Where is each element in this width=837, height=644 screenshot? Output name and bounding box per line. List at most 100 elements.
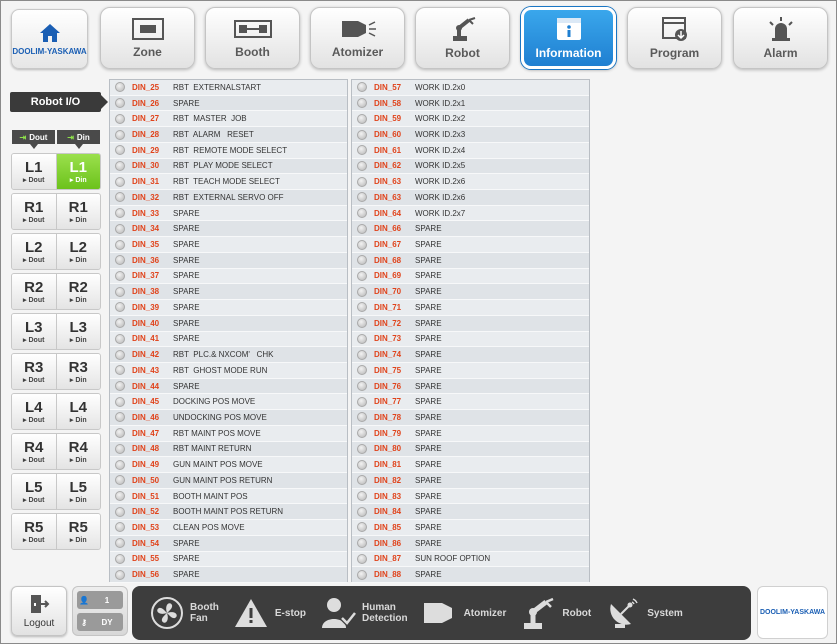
table-row: DIN_51 BOOTH MAINT POS	[110, 488, 347, 505]
signal-code: DIN_42	[132, 350, 160, 360]
io-kind-text: Din	[75, 176, 87, 184]
status-led-icon	[115, 443, 125, 454]
table-row: DIN_37 SPARE	[110, 268, 347, 285]
home-button[interactable]: DOOLIM-YASKAWA	[11, 9, 88, 69]
io-r1-dout-button[interactable]: R1 ▸ Dout	[12, 194, 57, 229]
io-kind-text: Dout	[28, 536, 45, 544]
io-robot-name: R1	[24, 198, 44, 216]
status-system-label: System	[647, 607, 683, 619]
signal-description: SPARE	[415, 491, 442, 501]
io-kind-label: ▸ Din	[70, 216, 87, 224]
table-row: DIN_28 RBT ALARM RESET	[110, 127, 347, 143]
io-r3-din-button[interactable]: R3 ▸ Din	[56, 354, 100, 389]
signal-description: SPARE	[415, 318, 442, 328]
io-kind-text: Din	[75, 256, 87, 264]
io-r1-din-button[interactable]: R1 ▸ Din	[56, 194, 100, 229]
signal-description: RBT REMOTE MODE SELECT	[173, 145, 288, 155]
signal-description: SPARE	[173, 334, 200, 344]
table-row: DIN_79 SPARE	[352, 425, 589, 442]
io-l3-din-button[interactable]: L3 ▸ Din	[56, 314, 100, 349]
io-l3-dout-button[interactable]: L3 ▸ Dout	[12, 314, 57, 349]
table-row: DIN_77 SPARE	[352, 394, 589, 411]
io-kind-label: ▸ Dout	[23, 456, 44, 464]
io-kind-label: ▸ Dout	[23, 496, 44, 504]
signal-description: RBT MASTER JOB	[173, 114, 247, 124]
signal-description: BOOTH MAINT POS RETURN	[173, 507, 284, 517]
io-r4-din-button[interactable]: R4 ▸ Din	[56, 434, 100, 469]
signal-code: DIN_53	[132, 522, 160, 532]
status-led-icon	[115, 506, 125, 517]
status-led-icon	[357, 318, 367, 329]
table-row: DIN_83 SPARE	[352, 488, 589, 505]
io-l4-din-button[interactable]: L4 ▸ Din	[56, 394, 100, 429]
status-system[interactable]: System	[605, 596, 683, 630]
signal-description: RBT GHOST MODE RUN	[173, 365, 268, 375]
signal-description: UNDOCKING POS MOVE	[173, 412, 267, 422]
status-led-icon	[115, 538, 125, 549]
table-row: DIN_73 SPARE	[352, 331, 589, 348]
signal-code: DIN_87	[374, 554, 402, 564]
io-kind-text: Din	[75, 296, 87, 304]
nav-alarm-button[interactable]: Alarm	[733, 7, 828, 69]
signal-description: SPARE	[415, 255, 442, 265]
io-r2-dout-button[interactable]: R2 ▸ Dout	[12, 274, 57, 309]
status-led-icon	[115, 569, 125, 580]
logout-icon	[31, 595, 50, 613]
nav-alarm-label: Alarm	[763, 46, 798, 60]
signal-code: DIN_45	[132, 397, 160, 407]
status-estop[interactable]: E-stop	[233, 597, 306, 629]
robot-io-title: Robot I/O	[10, 92, 108, 112]
io-l2-dout-button[interactable]: L2 ▸ Dout	[12, 234, 57, 269]
logout-button[interactable]: Logout	[11, 586, 67, 636]
nav-program-button[interactable]: Program	[627, 7, 722, 69]
signal-code: DIN_59	[374, 114, 402, 124]
nav-atomizer-button[interactable]: Atomizer	[310, 7, 405, 69]
io-r5-dout-button[interactable]: R5 ▸ Dout	[12, 514, 57, 549]
io-l4-dout-button[interactable]: L4 ▸ Dout	[12, 394, 57, 429]
table-row: DIN_62 WORK ID.2x5	[352, 158, 589, 175]
nav-robot-button[interactable]: Robot	[415, 7, 510, 69]
table-row: DIN_88 SPARE	[352, 567, 589, 583]
status-robot[interactable]: Robot	[520, 596, 591, 630]
status-human-detection[interactable]: Human Detection	[320, 596, 408, 630]
io-r5-din-button[interactable]: R5 ▸ Din	[56, 514, 100, 549]
io-l2-din-button[interactable]: L2 ▸ Din	[56, 234, 100, 269]
signal-description: DOCKING POS MOVE	[173, 397, 256, 407]
io-l5-dout-button[interactable]: L5 ▸ Dout	[12, 474, 57, 509]
signal-code: DIN_76	[374, 381, 402, 391]
table-row: DIN_42 RBT PLC.& NXCOM' CHK	[110, 347, 347, 363]
table-row: DIN_27 RBT MASTER JOB	[110, 111, 347, 128]
io-l1-din-button[interactable]: L1 ▸ Din	[56, 154, 100, 189]
nav-information-label: Information	[535, 46, 602, 60]
status-led-icon	[357, 192, 367, 203]
io-r4-dout-button[interactable]: R4 ▸ Dout	[12, 434, 57, 469]
io-kind-text: Dout	[28, 336, 45, 344]
signal-description: SPARE	[415, 365, 442, 375]
signal-description: SPARE	[173, 208, 200, 218]
nav-booth-label: Booth	[235, 45, 270, 59]
nav-zone-button[interactable]: Zone	[100, 7, 195, 69]
io-r3-dout-button[interactable]: R3 ▸ Dout	[12, 354, 57, 389]
din-table-right: DIN_57 WORK ID.2x0 DIN_58 WORK ID.2x1 DIN_59…	[351, 79, 590, 583]
signal-description: RBT EXTERNAL SERVO OFF	[173, 192, 284, 202]
signal-description: SPARE	[415, 287, 442, 297]
io-l1-dout-button[interactable]: L1 ▸ Dout	[12, 154, 57, 189]
atomizer-icon	[423, 603, 452, 623]
io-l5-din-button[interactable]: L5 ▸ Din	[56, 474, 100, 509]
io-r2-din-button[interactable]: R2 ▸ Din	[56, 274, 100, 309]
status-led-icon	[357, 553, 367, 564]
io-robot-name: L5	[24, 478, 43, 496]
io-kind-text: Dout	[28, 376, 45, 384]
user-icon: 👤	[79, 595, 89, 605]
dout-tag-label: Dout	[29, 132, 48, 142]
nav-information-button[interactable]: Information	[521, 7, 616, 69]
nav-booth-button[interactable]: Booth	[205, 7, 300, 69]
io-row-l4: L4 ▸ Dout L4 ▸ Din	[11, 393, 101, 430]
status-led-icon	[115, 396, 125, 407]
io-robot-name: R1	[68, 198, 88, 216]
status-booth-fan[interactable]: Booth Fan	[150, 596, 219, 630]
io-robot-name: R4	[68, 438, 88, 456]
status-atomizer[interactable]: Atomizer	[422, 598, 506, 628]
table-row: DIN_59 WORK ID.2x2	[352, 111, 589, 128]
signal-description: SPARE	[173, 255, 200, 265]
